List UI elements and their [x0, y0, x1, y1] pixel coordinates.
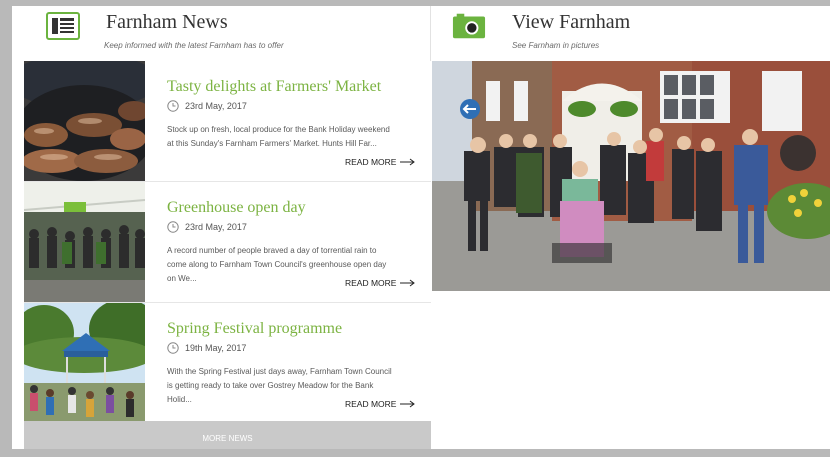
arrow-right-icon — [400, 158, 416, 166]
greenhouse-thumbnail[interactable] — [24, 182, 145, 302]
view-header: View Farnham See Farnham in pictures — [432, 6, 830, 61]
news-date: 23rd May, 2017 — [167, 100, 247, 112]
festival-thumbnail[interactable] — [24, 303, 145, 423]
news-date: 23rd May, 2017 — [167, 221, 247, 233]
clock-icon — [167, 100, 179, 112]
read-more-link[interactable]: READ MORE — [345, 399, 416, 409]
header-divider — [430, 6, 431, 61]
news-list: Tasty delights at Farmers' Market 23rd M… — [24, 61, 431, 424]
read-more-link[interactable]: READ MORE — [345, 157, 416, 167]
more-news-button[interactable]: MORE NEWS — [24, 421, 431, 449]
news-item[interactable]: Greenhouse open day 23rd May, 2017 A rec… — [24, 182, 431, 303]
news-header: Farnham News Keep informed with the late… — [24, 6, 430, 61]
view-section-subtitle: See Farnham in pictures — [512, 41, 600, 50]
page: Farnham News Keep informed with the late… — [0, 0, 830, 449]
sausages-thumbnail[interactable] — [24, 61, 145, 181]
arrow-right-icon — [400, 400, 416, 408]
news-title[interactable]: Greenhouse open day — [167, 199, 306, 217]
news-date-text: 19th May, 2017 — [185, 343, 247, 353]
clock-icon — [167, 221, 179, 233]
clock-icon — [167, 342, 179, 354]
read-more-link[interactable]: READ MORE — [345, 278, 416, 288]
news-title[interactable]: Tasty delights at Farmers' Market — [167, 78, 381, 96]
news-excerpt: Stock up on fresh, local produce for the… — [167, 125, 390, 148]
view-section-title: View Farnham — [512, 11, 631, 33]
news-item[interactable]: Spring Festival programme 19th May, 2017… — [24, 303, 431, 424]
read-more-label: READ MORE — [345, 278, 397, 288]
arrow-right-icon — [400, 279, 416, 287]
news-section-subtitle: Keep informed with the latest Farnham ha… — [104, 41, 284, 50]
read-more-label: READ MORE — [345, 399, 397, 409]
camera-icon — [452, 13, 486, 39]
news-date-text: 23rd May, 2017 — [185, 222, 247, 232]
farnham-group-photo[interactable] — [432, 61, 830, 291]
newspaper-icon — [46, 12, 80, 40]
read-more-label: READ MORE — [345, 157, 397, 167]
news-title[interactable]: Spring Festival programme — [167, 320, 342, 338]
news-section-title: Farnham News — [106, 11, 228, 33]
news-item[interactable]: Tasty delights at Farmers' Market 23rd M… — [24, 61, 431, 182]
news-date: 19th May, 2017 — [167, 342, 246, 354]
news-date-text: 23rd May, 2017 — [185, 101, 247, 111]
